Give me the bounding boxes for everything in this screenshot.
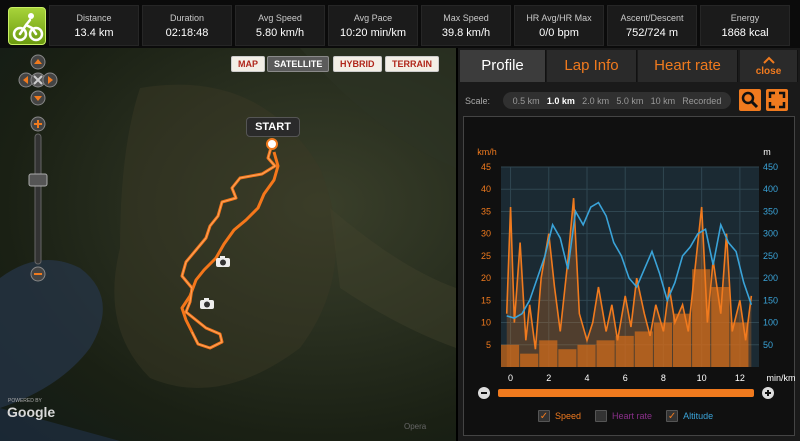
altitude-tick-label: 100 [763,318,778,328]
altitude-tick-label: 300 [763,229,778,239]
altitude-tick-label: 50 [763,340,773,350]
speed-tick-label: 45 [481,162,491,172]
photo-marker-icon[interactable] [215,255,231,267]
tab-profile[interactable]: Profile [460,50,546,82]
speed-tick-label: 10 [481,318,491,328]
magnifier-icon [741,91,759,109]
scale-label: Scale: [465,96,491,106]
altitude-axis-unit: m [763,147,771,157]
tab-lap-info[interactable]: Lap Info [547,50,637,82]
scale-selector: 0.5 km 1.0 km 2.0 km 5.0 km 10 km Record… [503,92,731,109]
distance-tick-label: 12 [735,373,745,383]
altitude-tick-label: 450 [763,162,778,172]
heart-rate-checkbox[interactable] [595,410,608,422]
stat-duration: Duration 02:18:48 [142,5,232,46]
scale-option-5km[interactable]: 5.0 km [616,96,643,106]
distance-tick-label: 4 [584,373,589,383]
chevron-up-icon [762,56,775,64]
zoom-button[interactable] [739,89,761,111]
altitude-tick-label: 250 [763,251,778,261]
legend-altitude[interactable]: ✓ Altitude [666,410,713,422]
scale-option-0-5km[interactable]: 0.5 km [513,96,540,106]
speed-tick-label: 35 [481,206,491,216]
altitude-tick-label: 400 [763,184,778,194]
speed-tick-label: 30 [481,229,491,239]
distance-axis-unit: min/km [767,373,796,383]
route-track [180,143,280,350]
speed-checkbox[interactable]: ✓ [538,410,550,422]
stat-max-speed: Max Speed 39.8 km/h [421,5,511,46]
tab-heart-rate[interactable]: Heart rate [638,50,738,82]
distance-tick-label: 6 [623,373,628,383]
cyclist-logo-icon [8,7,46,45]
stat-avg-speed: Avg Speed 5.80 km/h [235,5,325,46]
distance-tick-label: 0 [508,373,513,383]
scale-option-recorded[interactable]: Recorded [682,96,721,106]
legend-heart-rate[interactable]: Heart rate [595,410,652,422]
speed-tick-label: 15 [481,295,491,305]
stat-energy: Energy 1868 kcal [700,5,790,46]
fullscreen-icon [768,91,786,109]
distance-tick-label: 8 [661,373,666,383]
map-copyright: Opera [404,422,427,431]
distance-tick-label: 10 [697,373,707,383]
google-logo[interactable]: Google [7,404,55,420]
scale-option-1km[interactable]: 1.0 km [547,96,575,106]
speed-tick-label: 40 [481,184,491,194]
speed-tick-label: 5 [486,340,491,350]
fullscreen-button[interactable] [766,89,788,111]
profile-chart-svg: km/h m51015202530354045501001502002503003… [477,147,796,399]
profile-chart[interactable]: km/h m 5 10 15 20 25 30 35 40 45 50 100 150 200 250 300 3… [463,116,796,436]
speed-axis-unit: km/h [477,147,497,157]
altitude-checkbox[interactable]: ✓ [666,410,679,422]
photo-marker-icon[interactable] [199,297,215,309]
close-button[interactable]: close [740,50,798,82]
altitude-tick-label: 150 [763,295,778,305]
altitude-tick-label: 200 [763,273,778,283]
legend-speed[interactable]: ✓ Speed [538,410,581,422]
chart-legend: ✓ Speed Heart rate ✓ Altitude [538,410,713,422]
start-point-icon[interactable] [265,137,279,151]
stat-avg-pace: Avg Pace 10:20 min/km [328,5,418,46]
scale-option-2km[interactable]: 2.0 km [582,96,609,106]
start-marker-label: START [246,117,300,137]
distance-tick-label: 2 [546,373,551,383]
stat-heart-rate: HR Avg/HR Max 0/0 bpm [514,5,604,46]
stat-ascent-descent: Ascent/Descent 752/724 m [607,5,697,46]
speed-tick-label: 20 [481,273,491,283]
profile-panel: Profile Lap Info Heart rate close Scale:… [458,48,800,441]
stat-distance: Distance 13.4 km [49,5,139,46]
satellite-map[interactable]: MAP SATELLITE HYBRID TERRAIN START POWER… [0,48,456,441]
scale-option-10km[interactable]: 10 km [651,96,676,106]
speed-tick-label: 25 [481,251,491,261]
stats-bar: Distance 13.4 km Duration 02:18:48 Avg Spe… [0,0,800,48]
range-slider-track [498,389,754,397]
altitude-tick-label: 350 [763,206,778,216]
